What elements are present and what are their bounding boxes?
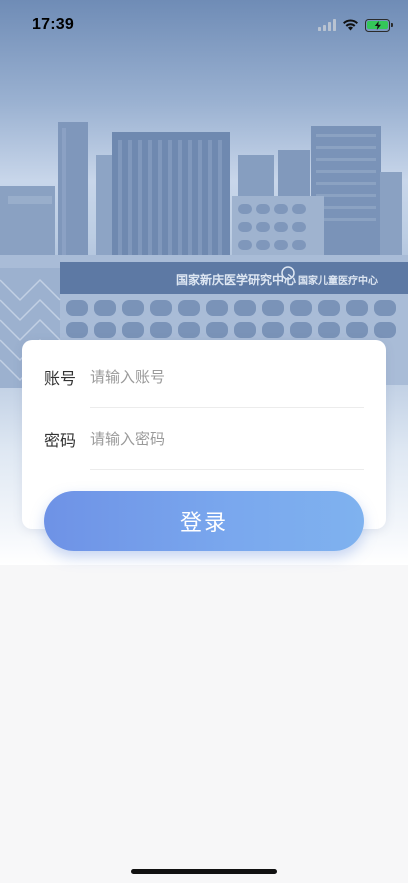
status-bar: 17:39: [0, 0, 408, 50]
account-field-row: 账号: [44, 346, 364, 408]
account-label: 账号: [44, 369, 77, 388]
password-label: 密码: [44, 431, 77, 450]
wifi-icon: [343, 19, 358, 31]
password-input[interactable]: [90, 408, 364, 470]
battery-icon: [365, 18, 393, 32]
status-icons: [318, 18, 393, 32]
password-field-row: 密码: [44, 408, 364, 470]
login-button[interactable]: 登录: [44, 491, 364, 551]
account-input[interactable]: [90, 346, 364, 408]
svg-text:国家新庆医学研究中心: 国家新庆医学研究中心: [176, 272, 296, 287]
home-indicator: [131, 869, 277, 874]
cellular-signal-icon: [318, 19, 336, 31]
charging-bolt-icon: [374, 20, 381, 30]
status-time: 17:39: [32, 16, 74, 33]
svg-text:国家儿童医疗中心: 国家儿童医疗中心: [298, 274, 378, 287]
